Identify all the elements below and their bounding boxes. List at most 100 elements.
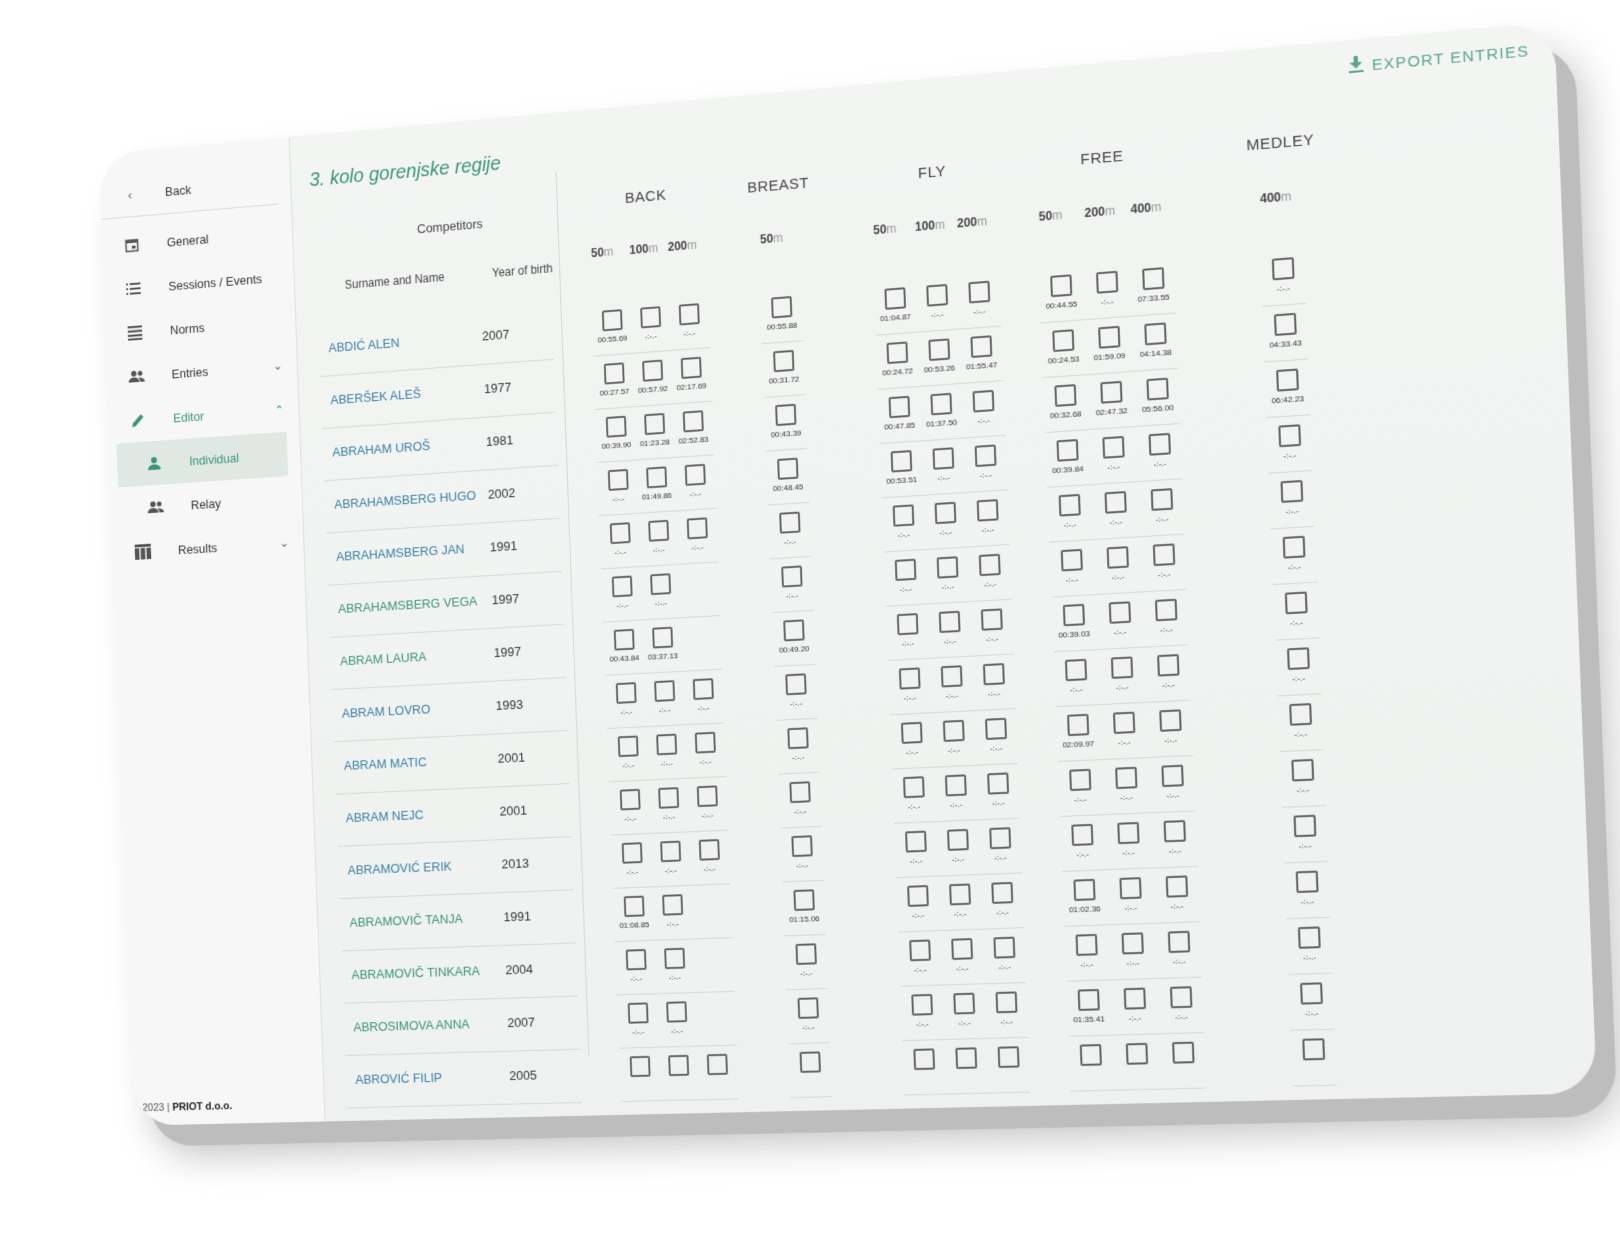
entry-checkbox[interactable] (1095, 271, 1117, 294)
entry-checkbox[interactable] (603, 362, 624, 384)
entry-checkbox[interactable] (968, 281, 990, 304)
entry-checkbox[interactable] (930, 393, 952, 416)
entry-checkbox[interactable] (601, 309, 622, 331)
entry-checkbox[interactable] (991, 882, 1013, 904)
entry-checkbox[interactable] (648, 520, 669, 542)
entry-checkbox[interactable] (902, 776, 924, 798)
entry-checkbox[interactable] (619, 789, 640, 811)
entry-checkbox[interactable] (1117, 822, 1139, 844)
entry-checkbox[interactable] (666, 1001, 687, 1022)
entry-checkbox[interactable] (1100, 381, 1122, 404)
entry-checkbox[interactable] (779, 512, 800, 534)
entry-checkbox[interactable] (1142, 267, 1164, 290)
back-button[interactable]: ‹ Back (100, 159, 278, 220)
entry-checkbox[interactable] (974, 444, 996, 467)
entry-checkbox[interactable] (936, 556, 958, 578)
entry-checkbox[interactable] (970, 335, 992, 358)
entry-checkbox[interactable] (1098, 326, 1120, 349)
entry-checkbox[interactable] (1278, 424, 1301, 447)
entry-checkbox[interactable] (1165, 875, 1188, 897)
entry-checkbox[interactable] (611, 576, 632, 598)
competitor-name-link[interactable]: ABRAMOVIĆ ERIK (347, 859, 452, 878)
entry-checkbox[interactable] (1271, 257, 1294, 280)
entry-checkbox[interactable] (949, 883, 971, 905)
entry-checkbox[interactable] (1152, 543, 1174, 566)
competitor-name-link[interactable]: ABRAMOVIČ TANJA (349, 911, 463, 930)
entry-checkbox[interactable] (662, 894, 683, 916)
entry-checkbox[interactable] (678, 303, 699, 325)
entry-checkbox[interactable] (1121, 932, 1143, 954)
entry-checkbox[interactable] (1291, 759, 1314, 782)
entry-checkbox[interactable] (1052, 329, 1074, 352)
entry-checkbox[interactable] (976, 499, 998, 522)
entry-checkbox[interactable] (955, 1047, 977, 1069)
entry-checkbox[interactable] (1146, 378, 1168, 401)
entry-checkbox[interactable] (684, 464, 705, 486)
entry-checkbox[interactable] (1067, 714, 1089, 736)
entry-checkbox[interactable] (1060, 549, 1082, 572)
entry-checkbox[interactable] (928, 338, 950, 361)
entry-checkbox[interactable] (926, 284, 948, 307)
competitor-name-link[interactable]: ABRAM LOVRO (342, 702, 431, 721)
entry-checkbox[interactable] (1077, 989, 1099, 1011)
entry-checkbox[interactable] (1289, 703, 1312, 726)
entry-checkbox[interactable] (972, 390, 994, 413)
entry-checkbox[interactable] (982, 663, 1004, 685)
entry-checkbox[interactable] (886, 341, 908, 364)
competitor-name-link[interactable]: ABDIĆ ALEN (328, 335, 399, 355)
entry-checkbox[interactable] (1071, 824, 1093, 846)
entry-checkbox[interactable] (942, 720, 964, 742)
entry-checkbox[interactable] (1150, 488, 1172, 511)
entry-checkbox[interactable] (907, 885, 929, 907)
entry-checkbox[interactable] (1284, 591, 1307, 614)
entry-checkbox[interactable] (1154, 599, 1176, 622)
entry-checkbox[interactable] (890, 450, 912, 472)
entry-checkbox[interactable] (696, 785, 717, 807)
entry-checkbox[interactable] (993, 937, 1015, 959)
entry-checkbox[interactable] (1302, 1038, 1325, 1060)
entry-checkbox[interactable] (799, 1051, 820, 1073)
entry-checkbox[interactable] (985, 718, 1007, 740)
entry-checkbox[interactable] (1056, 439, 1078, 462)
entry-checkbox[interactable] (607, 469, 628, 491)
entry-checkbox[interactable] (934, 502, 956, 524)
entry-checkbox[interactable] (1167, 931, 1190, 953)
entry-checkbox[interactable] (1058, 494, 1080, 517)
entry-checkbox[interactable] (989, 827, 1011, 849)
entry-checkbox[interactable] (793, 889, 814, 911)
entry-checkbox[interactable] (1163, 820, 1186, 842)
entry-checkbox[interactable] (1115, 767, 1137, 789)
entry-checkbox[interactable] (1054, 384, 1076, 407)
entry-checkbox[interactable] (1119, 877, 1141, 899)
entry-checkbox[interactable] (777, 458, 798, 480)
entry-checkbox[interactable] (894, 559, 916, 581)
competitor-name-link[interactable]: ABRAHAMSBERG JAN (336, 541, 465, 563)
entry-checkbox[interactable] (771, 296, 792, 319)
entry-checkbox[interactable] (621, 842, 642, 864)
entry-checkbox[interactable] (773, 350, 794, 372)
entry-checkbox[interactable] (789, 781, 810, 803)
entry-checkbox[interactable] (911, 994, 933, 1016)
entry-checkbox[interactable] (997, 1046, 1019, 1068)
entry-checkbox[interactable] (896, 613, 918, 635)
entry-checkbox[interactable] (795, 943, 816, 965)
entry-checkbox[interactable] (1293, 815, 1316, 838)
entry-checkbox[interactable] (605, 416, 626, 438)
entry-checkbox[interactable] (953, 993, 975, 1015)
entry-checkbox[interactable] (613, 629, 634, 651)
entry-checkbox[interactable] (978, 554, 1000, 576)
competitor-name-link[interactable]: ABRAM NEJC (345, 807, 423, 825)
entry-checkbox[interactable] (682, 410, 703, 432)
entry-checkbox[interactable] (652, 627, 673, 649)
entry-checkbox[interactable] (1157, 654, 1179, 677)
entry-checkbox[interactable] (1108, 601, 1130, 624)
entry-checkbox[interactable] (694, 732, 715, 754)
entry-checkbox[interactable] (1050, 274, 1072, 297)
entry-checkbox[interactable] (1112, 712, 1134, 734)
entry-checkbox[interactable] (1282, 536, 1305, 559)
entry-checkbox[interactable] (706, 1054, 727, 1075)
entry-checkbox[interactable] (1144, 322, 1166, 345)
entry-checkbox[interactable] (629, 1056, 650, 1077)
competitor-name-link[interactable]: ABRAHAMSBERG HUGO (334, 488, 476, 512)
entry-checkbox[interactable] (785, 673, 806, 695)
